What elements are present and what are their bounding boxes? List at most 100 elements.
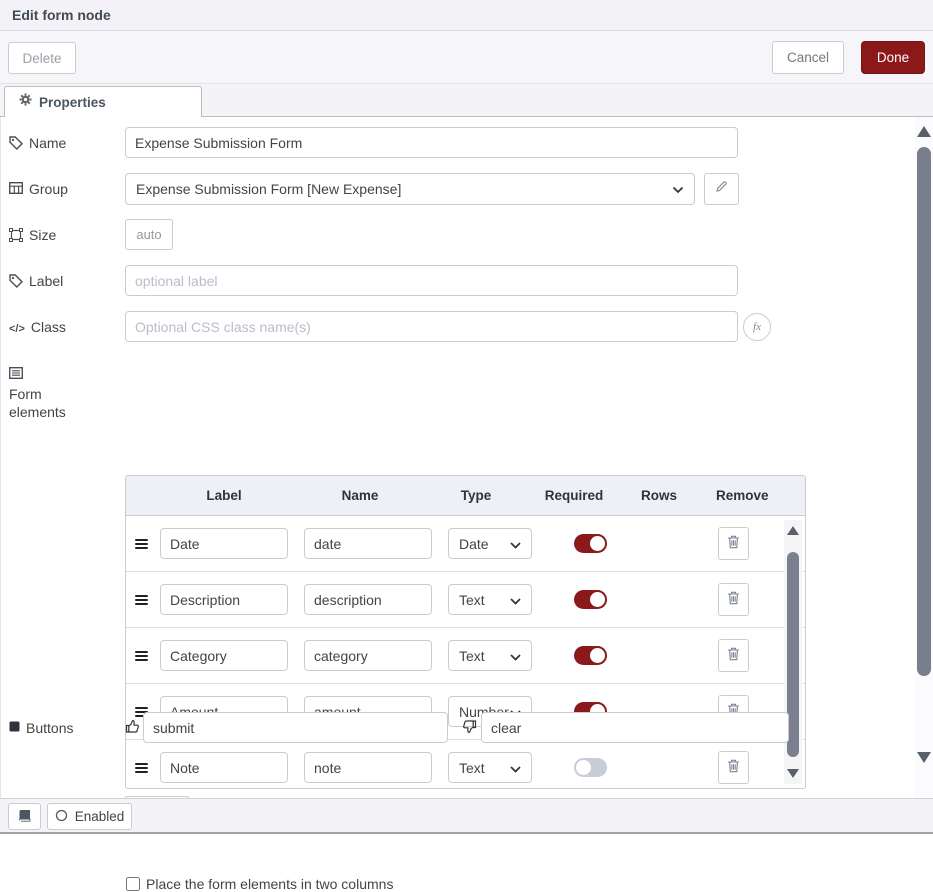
enabled-label: Enabled (75, 809, 125, 824)
size-button[interactable]: auto (125, 219, 173, 250)
required-toggle[interactable] (574, 758, 607, 777)
required-toggle[interactable] (574, 590, 607, 609)
status-circle-icon (55, 809, 68, 825)
thumbs-up-icon (125, 719, 140, 739)
class-label: </> Class (9, 318, 113, 338)
scroll-down-icon[interactable] (787, 769, 799, 778)
drag-handle-icon[interactable] (135, 763, 148, 773)
drag-handle-icon[interactable] (135, 651, 148, 661)
drag-handle-icon[interactable] (135, 595, 148, 605)
resize-icon (9, 228, 23, 242)
drag-handle-icon[interactable] (135, 539, 148, 549)
tag-icon (9, 136, 23, 150)
row-label-input[interactable] (160, 584, 288, 615)
fx-icon: fx (753, 321, 761, 333)
name-row: Name (1, 127, 916, 167)
row-label-input[interactable] (160, 640, 288, 671)
list-icon (9, 367, 23, 379)
tab-properties-label: Properties (39, 95, 106, 110)
dialog-title: Edit form node (12, 7, 111, 23)
done-button[interactable]: Done (861, 41, 925, 74)
form-elements-row: Form elements (1, 358, 916, 398)
clear-button-input[interactable] (481, 712, 789, 743)
header-rows: Rows (624, 488, 694, 503)
row-type-value: Date (459, 536, 489, 552)
remove-row-button[interactable] (718, 583, 749, 616)
tab-properties[interactable]: Properties (4, 86, 202, 117)
env-var-button[interactable]: fx (743, 313, 771, 341)
element-row: Text (126, 572, 805, 628)
name-label: Name (9, 134, 113, 152)
required-toggle[interactable] (574, 534, 607, 553)
remove-row-button[interactable] (718, 751, 749, 784)
row-name-input[interactable] (304, 528, 432, 559)
row-name-input[interactable] (304, 640, 432, 671)
trash-icon (727, 647, 740, 664)
row-name-input[interactable] (304, 584, 432, 615)
chevron-down-icon (510, 592, 521, 608)
size-row: Size auto (1, 219, 916, 259)
header-required: Required (524, 488, 624, 503)
row-type-select[interactable]: Text (448, 752, 532, 783)
group-row: Group Expense Submission Form [New Expen… (1, 173, 916, 213)
row-type-select[interactable]: Date (448, 528, 532, 559)
header-label: Label (156, 488, 292, 503)
name-input[interactable] (125, 127, 738, 158)
chevron-down-icon (672, 181, 684, 197)
label-label: Label (9, 272, 113, 290)
group-label: Group (9, 180, 113, 198)
gear-icon (19, 93, 32, 111)
scroll-down-icon[interactable] (917, 752, 931, 763)
label-input[interactable] (125, 265, 738, 296)
row-type-select[interactable]: Text (448, 584, 532, 615)
group-select-value: Expense Submission Form [New Expense] (136, 181, 401, 197)
class-input[interactable] (125, 311, 738, 342)
scroll-up-icon[interactable] (787, 526, 799, 535)
dialog-toolbar: Delete Cancel Done (0, 31, 933, 84)
pencil-icon (715, 180, 728, 198)
trash-icon (727, 759, 740, 776)
tag-icon (9, 274, 23, 288)
main-scrollbar[interactable] (915, 117, 933, 798)
row-label-input[interactable] (160, 528, 288, 559)
row-label-input[interactable] (160, 752, 288, 783)
chevron-down-icon (510, 760, 521, 776)
enabled-toggle-button[interactable]: Enabled (47, 803, 132, 830)
code-icon: </> (9, 320, 25, 338)
square-icon (9, 721, 20, 732)
dialog-footer: Enabled (0, 798, 933, 834)
buttons-label: Buttons (9, 719, 113, 737)
trash-icon (727, 591, 740, 608)
table-icon (9, 182, 23, 194)
main-scrollbar-thumb[interactable] (917, 147, 931, 676)
label-row: Label (1, 265, 916, 305)
dialog-header: Edit form node (0, 0, 933, 31)
row-name-input[interactable] (304, 752, 432, 783)
header-type: Type (428, 488, 524, 503)
remove-row-button[interactable] (718, 639, 749, 672)
chevron-down-icon (510, 536, 521, 552)
element-row: Date (126, 516, 805, 572)
submit-button-input[interactable] (143, 712, 448, 743)
book-icon (17, 809, 32, 825)
two-columns-checkbox[interactable] (126, 877, 140, 891)
header-remove: Remove (694, 488, 805, 503)
row-type-select[interactable]: Text (448, 640, 532, 671)
size-label: Size (9, 226, 113, 244)
element-row: Text (126, 628, 805, 684)
row-type-value: Text (459, 648, 485, 664)
scroll-up-icon[interactable] (917, 126, 931, 137)
remove-row-button[interactable] (718, 527, 749, 560)
class-row: </> Class fx (1, 311, 916, 351)
required-toggle[interactable] (574, 646, 607, 665)
header-name: Name (292, 488, 428, 503)
elements-table-header: Label Name Type Required Rows Remove (126, 476, 805, 516)
group-select[interactable]: Expense Submission Form [New Expense] (125, 173, 695, 205)
docs-button[interactable] (8, 803, 41, 830)
cancel-button[interactable]: Cancel (772, 41, 844, 74)
two-columns-label: Place the form elements in two columns (146, 876, 393, 892)
properties-panel: Name Group Expense Submission Form [New … (0, 117, 915, 798)
edit-group-button[interactable] (704, 173, 739, 205)
delete-button[interactable]: Delete (8, 42, 76, 74)
row-type-value: Text (459, 760, 485, 776)
